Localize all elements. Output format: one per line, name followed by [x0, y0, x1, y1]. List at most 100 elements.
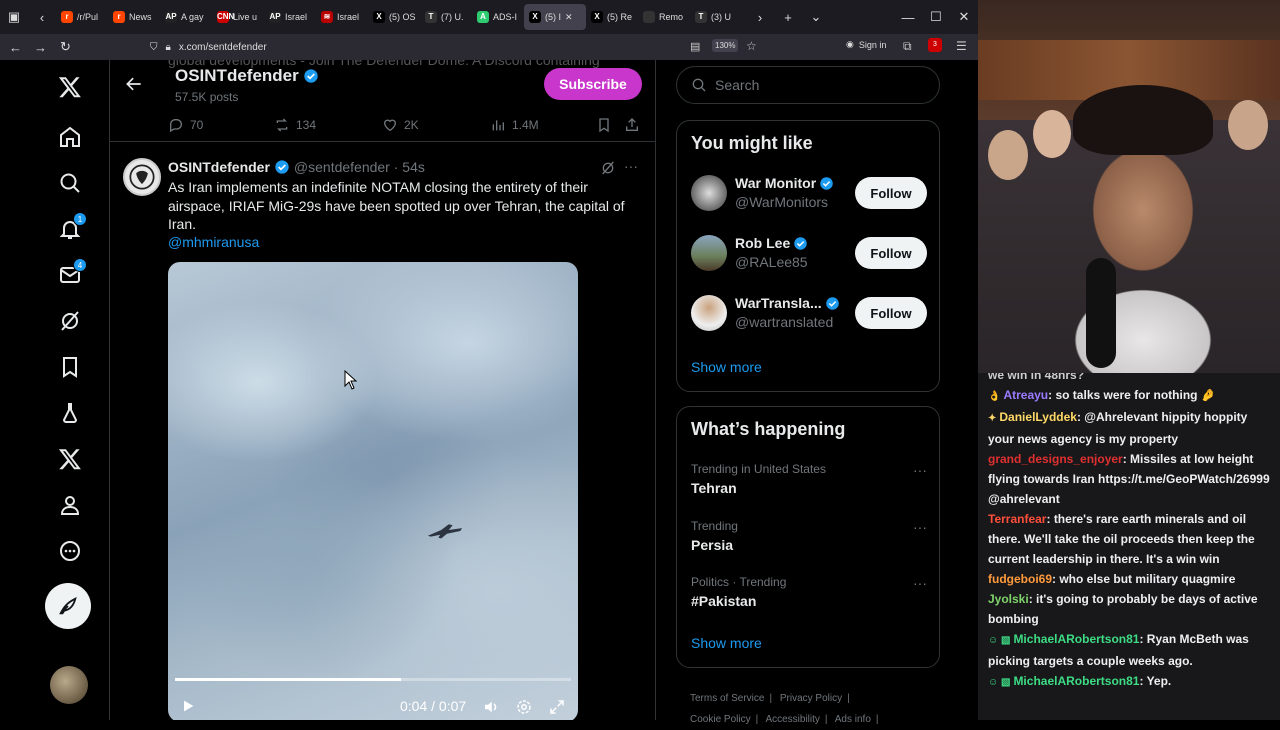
browser-tab[interactable]: X (5) OS: [368, 4, 420, 30]
chat-username[interactable]: Jyolski: [988, 592, 1029, 606]
back-button[interactable]: ←: [3, 35, 28, 59]
back-arrow-icon[interactable]: [124, 74, 144, 94]
chat-username[interactable]: MichaelARobertson81: [1013, 674, 1139, 688]
more-options-icon[interactable]: ···: [624, 158, 638, 174]
tab-scroll-right-icon[interactable]: ›: [746, 4, 774, 30]
chat-username[interactable]: DanielLyddek: [999, 410, 1077, 424]
trend-item[interactable]: Trending Persia ···: [691, 519, 927, 553]
browser-tab[interactable]: r News: [108, 4, 160, 30]
browser-tab[interactable]: T (3) U: [690, 4, 742, 30]
follow-button[interactable]: Follow: [855, 297, 927, 329]
volume-icon[interactable]: [482, 698, 500, 716]
browser-tab[interactable]: Remo: [638, 4, 690, 30]
reader-view-icon[interactable]: ▤: [690, 40, 700, 53]
suggestion-avatar[interactable]: [691, 235, 727, 271]
browser-tab[interactable]: X (5) I ✕: [524, 4, 586, 30]
chat-username[interactable]: MichaelARobertson81: [1013, 632, 1139, 646]
tweet-avatar[interactable]: [123, 158, 161, 196]
like-button[interactable]: 2K: [382, 117, 419, 133]
chat-username[interactable]: Atreayu: [1003, 388, 1048, 402]
follow-suggestion[interactable]: Rob Lee @RALee85 Follow: [691, 233, 927, 277]
follow-button[interactable]: Follow: [855, 177, 927, 209]
tweet-author-name[interactable]: OSINTdefender: [168, 159, 270, 175]
video-progress-bar[interactable]: [175, 678, 571, 681]
sign-in-button[interactable]: ◉ Sign in: [846, 39, 886, 50]
follow-suggestion[interactable]: WarTransla... @wartranslated Follow: [691, 293, 927, 337]
compose-post-button[interactable]: [45, 583, 91, 629]
x-logo-icon[interactable]: [55, 72, 85, 102]
suggestion-avatar[interactable]: [691, 295, 727, 331]
browser-tab[interactable]: AP Israel: [264, 4, 316, 30]
minimize-button[interactable]: —: [894, 4, 922, 30]
browser-tab[interactable]: X (5) Re: [586, 4, 638, 30]
subscribe-button[interactable]: Subscribe: [544, 68, 642, 100]
more-icon[interactable]: [55, 536, 85, 566]
url-bar[interactable]: ⛉ 🔒︎ x.com/sentdefender: [150, 37, 690, 57]
trend-more-icon[interactable]: ···: [913, 462, 927, 478]
forward-button[interactable]: →: [28, 35, 53, 59]
url-text: x.com/sentdefender: [178, 41, 267, 53]
search-box[interactable]: Search: [676, 66, 940, 104]
share-button[interactable]: [624, 117, 640, 133]
show-more-link[interactable]: Show more: [691, 359, 762, 375]
terms-link[interactable]: Terms of Service: [690, 693, 764, 704]
chat-username[interactable]: Terranfear: [988, 512, 1046, 526]
profile-icon[interactable]: [55, 490, 85, 520]
bookmark-star-icon[interactable]: ☆: [746, 39, 757, 53]
browser-tab[interactable]: T (7) U.: [420, 4, 472, 30]
close-window-button[interactable]: ✕: [950, 4, 978, 30]
close-tab-icon[interactable]: ✕: [565, 12, 573, 23]
trend-item[interactable]: Trending in United States Tehran ···: [691, 462, 927, 496]
trend-more-icon[interactable]: ···: [913, 519, 927, 535]
privacy-link[interactable]: Privacy Policy: [780, 693, 842, 704]
trend-item[interactable]: Politics · Trending #Pakistan ···: [691, 575, 927, 609]
suggestion-handle: @WarMonitors: [735, 194, 829, 210]
grok-explain-icon[interactable]: [600, 160, 616, 176]
tweet-mention-link[interactable]: @mhmiranusa: [168, 234, 259, 250]
post-count: 57.5K posts: [175, 90, 239, 104]
show-more-link[interactable]: Show more: [691, 635, 762, 651]
new-tab-button[interactable]: +: [774, 4, 802, 30]
views-button[interactable]: 1.4M: [490, 117, 539, 133]
search-icon[interactable]: [55, 168, 85, 198]
follow-suggestion[interactable]: War Monitor @WarMonitors Follow: [691, 173, 927, 217]
chat-username[interactable]: grand_designs_enjoyer: [988, 452, 1123, 466]
premium-x-icon[interactable]: [55, 444, 85, 474]
chat-username[interactable]: fudgeboi69: [988, 572, 1052, 586]
maximize-button[interactable]: ☐: [922, 4, 950, 30]
browser-tab[interactable]: r/r/Pul: [56, 4, 108, 30]
bookmarks-icon[interactable]: [55, 352, 85, 382]
tab-favicon-icon: [643, 11, 655, 23]
reply-button[interactable]: 70: [168, 117, 203, 133]
tab-label: Remo: [659, 12, 684, 22]
list-tabs-icon[interactable]: ⌄: [802, 4, 830, 30]
zoom-level[interactable]: 130%: [712, 39, 739, 52]
trend-more-icon[interactable]: ···: [913, 575, 927, 591]
stream-chat: we win in 48hrs? 👌 Atreayu: so talks were…: [978, 373, 1280, 720]
settings-gear-icon[interactable]: [515, 698, 533, 716]
repost-button[interactable]: 134: [274, 117, 316, 133]
home-icon[interactable]: [55, 122, 85, 152]
tweet-handle[interactable]: @sentdefender · 54s: [294, 159, 425, 175]
tab-overview-icon[interactable]: ▣: [0, 4, 28, 30]
tab-scroll-left-icon[interactable]: ‹: [28, 4, 56, 30]
browser-tab[interactable]: AP A gay: [160, 4, 212, 30]
browser-tab[interactable]: CNN Live u: [212, 4, 264, 30]
reload-button[interactable]: ↻: [53, 35, 78, 59]
follow-button[interactable]: Follow: [855, 237, 927, 269]
extensions-icon[interactable]: ⧉: [903, 39, 912, 54]
browser-tab[interactable]: A ADS-I: [472, 4, 524, 30]
jobs-icon[interactable]: [55, 398, 85, 428]
ublock-icon[interactable]: 3: [928, 38, 942, 52]
grok-icon[interactable]: [55, 306, 85, 336]
account-avatar[interactable]: [50, 666, 88, 704]
bookmark-button[interactable]: [596, 117, 612, 133]
menu-icon[interactable]: ☰: [956, 39, 967, 53]
tweet-video[interactable]: 0:04 / 0:07: [168, 262, 578, 720]
messages-icon[interactable]: 4: [55, 258, 87, 290]
suggestion-avatar[interactable]: [691, 175, 727, 211]
browser-tab[interactable]: ≋ Israel: [316, 4, 368, 30]
play-icon[interactable]: [180, 698, 196, 714]
fullscreen-icon[interactable]: [548, 698, 566, 716]
notifications-icon[interactable]: 1: [55, 212, 87, 244]
